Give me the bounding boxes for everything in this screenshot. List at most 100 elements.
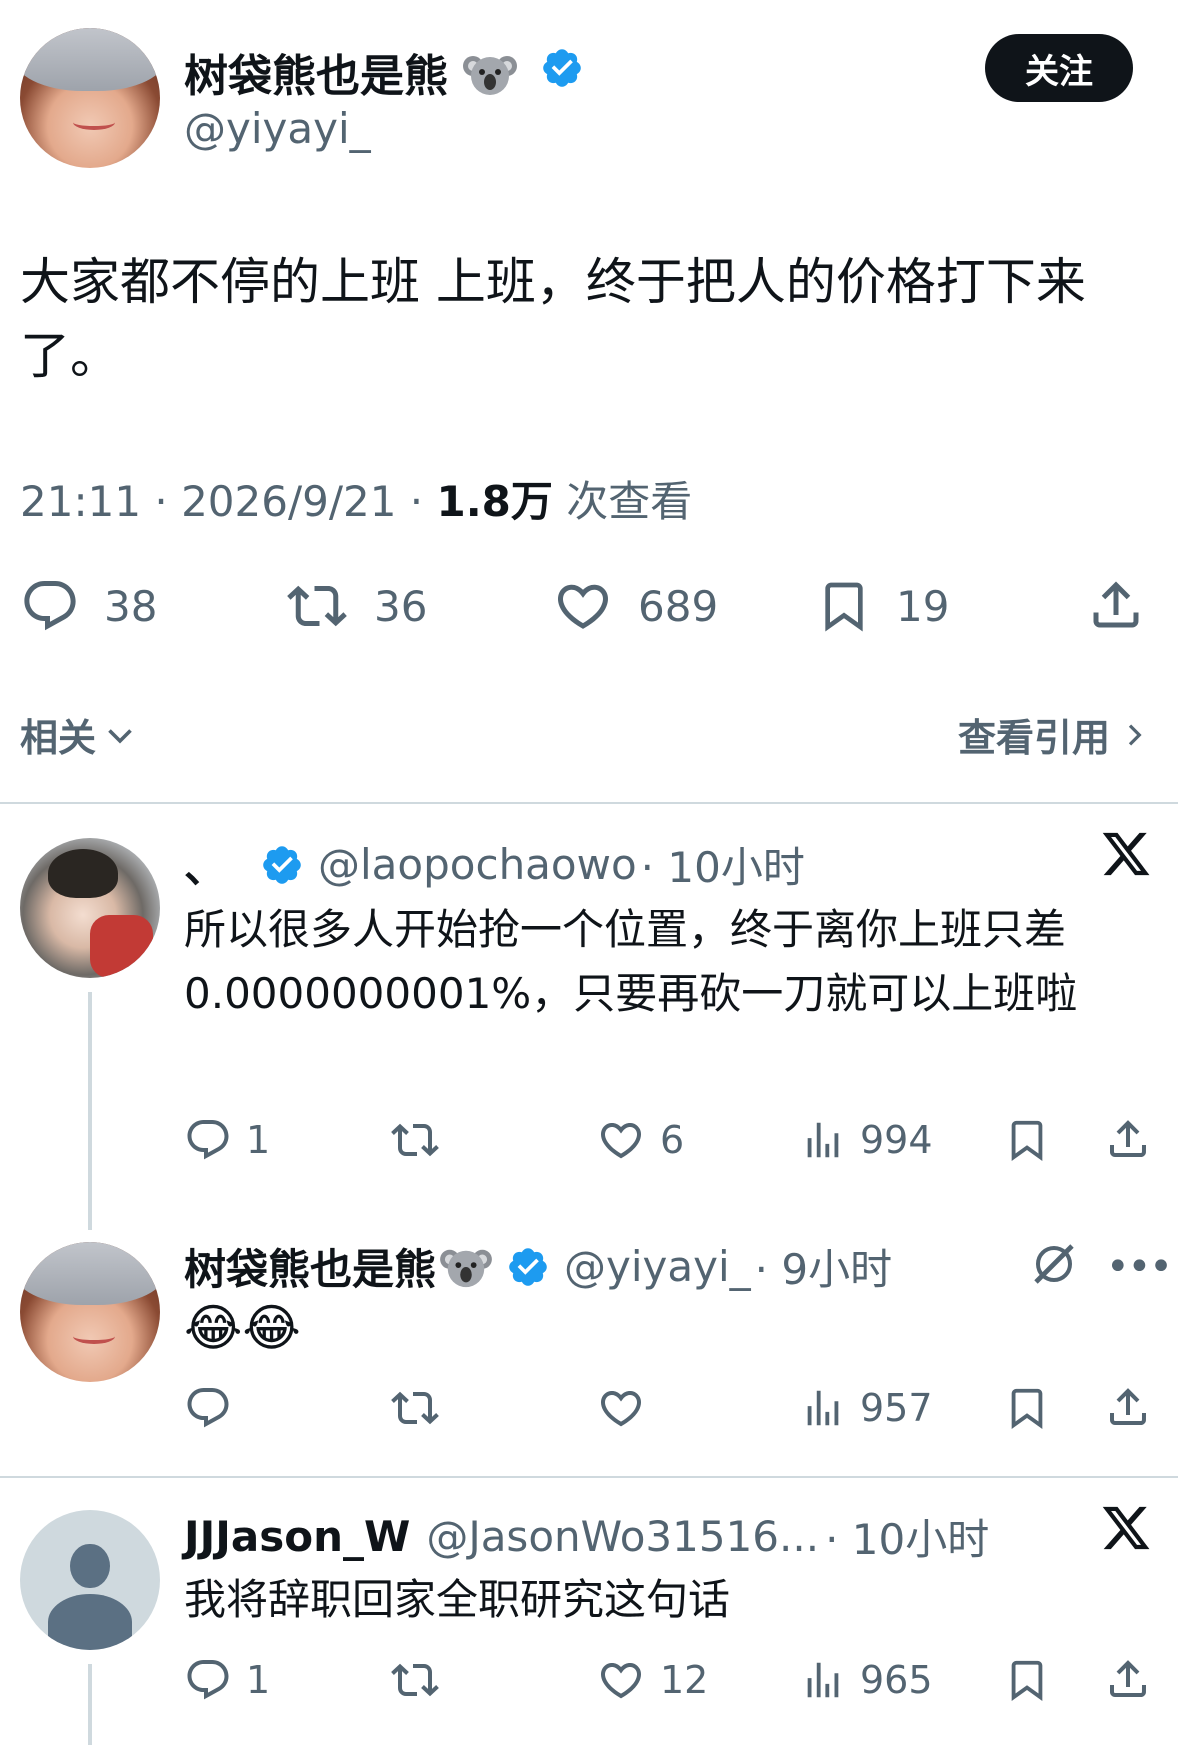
reply-time[interactable]: · 9小时 — [755, 1236, 892, 1297]
reply-time[interactable]: · 10小时 — [641, 834, 805, 895]
grok-icon[interactable] — [1030, 1240, 1078, 1288]
verified-badge-icon — [263, 845, 301, 884]
share-action[interactable] — [1104, 1114, 1152, 1164]
retweet-action[interactable] — [388, 1116, 442, 1164]
x-logo-icon — [1100, 828, 1152, 894]
author-avatar[interactable] — [20, 28, 160, 168]
reply-count: 38 — [104, 581, 158, 631]
verified-badge-icon — [509, 1247, 547, 1286]
bookmark-action[interactable]: 19 — [816, 576, 949, 636]
share-icon — [1110, 1660, 1146, 1697]
bookmark-action[interactable] — [1004, 1384, 1050, 1432]
reply-count: 1 — [246, 1118, 271, 1162]
retweet-count: 36 — [374, 581, 428, 631]
bookmark-icon — [1011, 1388, 1043, 1429]
retweet-action[interactable]: 36 — [284, 576, 427, 636]
like-action[interactable]: 6 — [596, 1116, 684, 1164]
reply-author-name[interactable]: JJJason_W — [184, 1512, 410, 1561]
views-action[interactable]: 994 — [800, 1116, 933, 1164]
related-label: 相关 — [20, 716, 97, 760]
views-count: 957 — [860, 1386, 933, 1430]
thread-line — [88, 992, 92, 1230]
reply-action[interactable]: 1 — [184, 1116, 270, 1164]
reply-header: 、 @laopochaowo · 10小时 — [184, 834, 805, 895]
like-action[interactable]: 12 — [596, 1656, 708, 1704]
bookmark-icon — [1011, 1120, 1043, 1161]
share-icon — [1110, 1388, 1146, 1425]
reply-icon — [24, 581, 76, 631]
reply-text: 所以很多人开始抢一个位置，终于离你上班只差0.0000000001%，只要再砍一… — [184, 905, 1078, 1018]
analytics-icon — [807, 1390, 839, 1426]
tweet-timestamp[interactable]: 21:11 · 2026/9/21 · — [20, 477, 437, 526]
tweet-meta: 21:11 · 2026/9/21 · 1.8万 次查看 — [20, 468, 692, 529]
view-quotes-label: 查看引用 — [957, 716, 1110, 760]
reply-action[interactable]: 38 — [20, 576, 157, 636]
analytics-icon — [807, 1662, 839, 1698]
views-action[interactable]: 957 — [800, 1384, 933, 1432]
reply-action[interactable] — [184, 1384, 232, 1432]
thread-line — [88, 1664, 92, 1745]
views-count: 965 — [860, 1658, 933, 1702]
reply-icon — [187, 1388, 229, 1428]
retweet-action[interactable] — [388, 1656, 442, 1704]
views-action[interactable]: 965 — [800, 1656, 933, 1704]
bookmark-icon — [825, 582, 863, 632]
retweet-icon — [391, 1123, 439, 1157]
analytics-icon — [807, 1122, 839, 1158]
chevron-right-icon — [1128, 724, 1142, 745]
bookmark-icon — [1011, 1660, 1043, 1701]
reply-time[interactable]: · 10小时 — [825, 1506, 989, 1567]
like-count: 6 — [660, 1118, 685, 1162]
reply-header: 树袋熊也是熊 @yiyayi_ · 9小时 — [184, 1236, 892, 1297]
share-icon — [1093, 581, 1139, 628]
retweet-icon — [287, 585, 347, 627]
reply-icon — [187, 1660, 229, 1700]
heart-icon — [600, 1391, 642, 1427]
like-action[interactable]: 689 — [552, 576, 718, 636]
author-name-text: 树袋熊也是熊 — [184, 51, 448, 102]
reply-author-name[interactable]: 树袋熊也是熊 — [184, 1236, 436, 1297]
reply-action[interactable]: 1 — [184, 1656, 270, 1704]
reply-author-name[interactable]: 、 — [184, 834, 226, 895]
view-quotes-link[interactable]: 查看引用 — [958, 707, 1150, 762]
more-options-icon[interactable]: ••• — [1106, 1244, 1173, 1290]
heart-icon — [600, 1123, 642, 1159]
reply-header: JJJason_W @JasonWo31516... · 10小时 — [184, 1506, 989, 1567]
koala-emoji-icon — [463, 50, 518, 109]
section-divider — [0, 1476, 1178, 1478]
like-action[interactable] — [596, 1384, 646, 1432]
default-avatar-body — [48, 1594, 132, 1650]
reply-avatar[interactable] — [20, 838, 160, 978]
verified-badge-icon — [543, 49, 581, 87]
reply-avatar[interactable] — [20, 1242, 160, 1382]
tweet-text: 大家都不停的上班 上班，终于把人的价格打下来了。 — [20, 253, 1086, 385]
author-handle[interactable]: @yiyayi_ — [184, 104, 371, 153]
x-logo-icon — [1100, 1502, 1152, 1568]
heart-icon — [557, 584, 609, 629]
koala-emoji-icon — [440, 1249, 492, 1287]
bookmark-action[interactable] — [1004, 1116, 1050, 1164]
bookmark-action[interactable] — [1004, 1656, 1050, 1704]
share-action[interactable] — [1086, 574, 1146, 636]
retweet-action[interactable] — [388, 1384, 442, 1432]
retweet-icon — [391, 1663, 439, 1697]
share-action[interactable] — [1104, 1654, 1152, 1704]
like-count: 689 — [638, 581, 719, 631]
reply-author-handle[interactable]: @laopochaowo — [318, 840, 637, 889]
follow-button[interactable]: 关注 — [985, 34, 1133, 102]
bookmark-count: 19 — [896, 581, 950, 631]
reply-count: 1 — [246, 1658, 271, 1702]
related-dropdown[interactable]: 相关 — [20, 707, 138, 762]
share-action[interactable] — [1104, 1382, 1152, 1432]
reply-text: 我将辞职回家全职研究这句话 — [184, 1575, 731, 1624]
heart-icon — [600, 1663, 642, 1699]
reply-text: 😂😂 — [184, 1299, 301, 1357]
retweet-icon — [391, 1391, 439, 1425]
reply-author-handle[interactable]: @JasonWo31516... — [426, 1512, 819, 1561]
views-count: 994 — [860, 1118, 933, 1162]
reply-avatar[interactable] — [20, 1510, 160, 1650]
author-name[interactable]: 树袋熊也是熊 — [184, 40, 518, 109]
like-count: 12 — [660, 1658, 709, 1702]
reply-author-handle[interactable]: @yiyayi_ — [564, 1242, 751, 1291]
section-divider — [0, 802, 1178, 804]
